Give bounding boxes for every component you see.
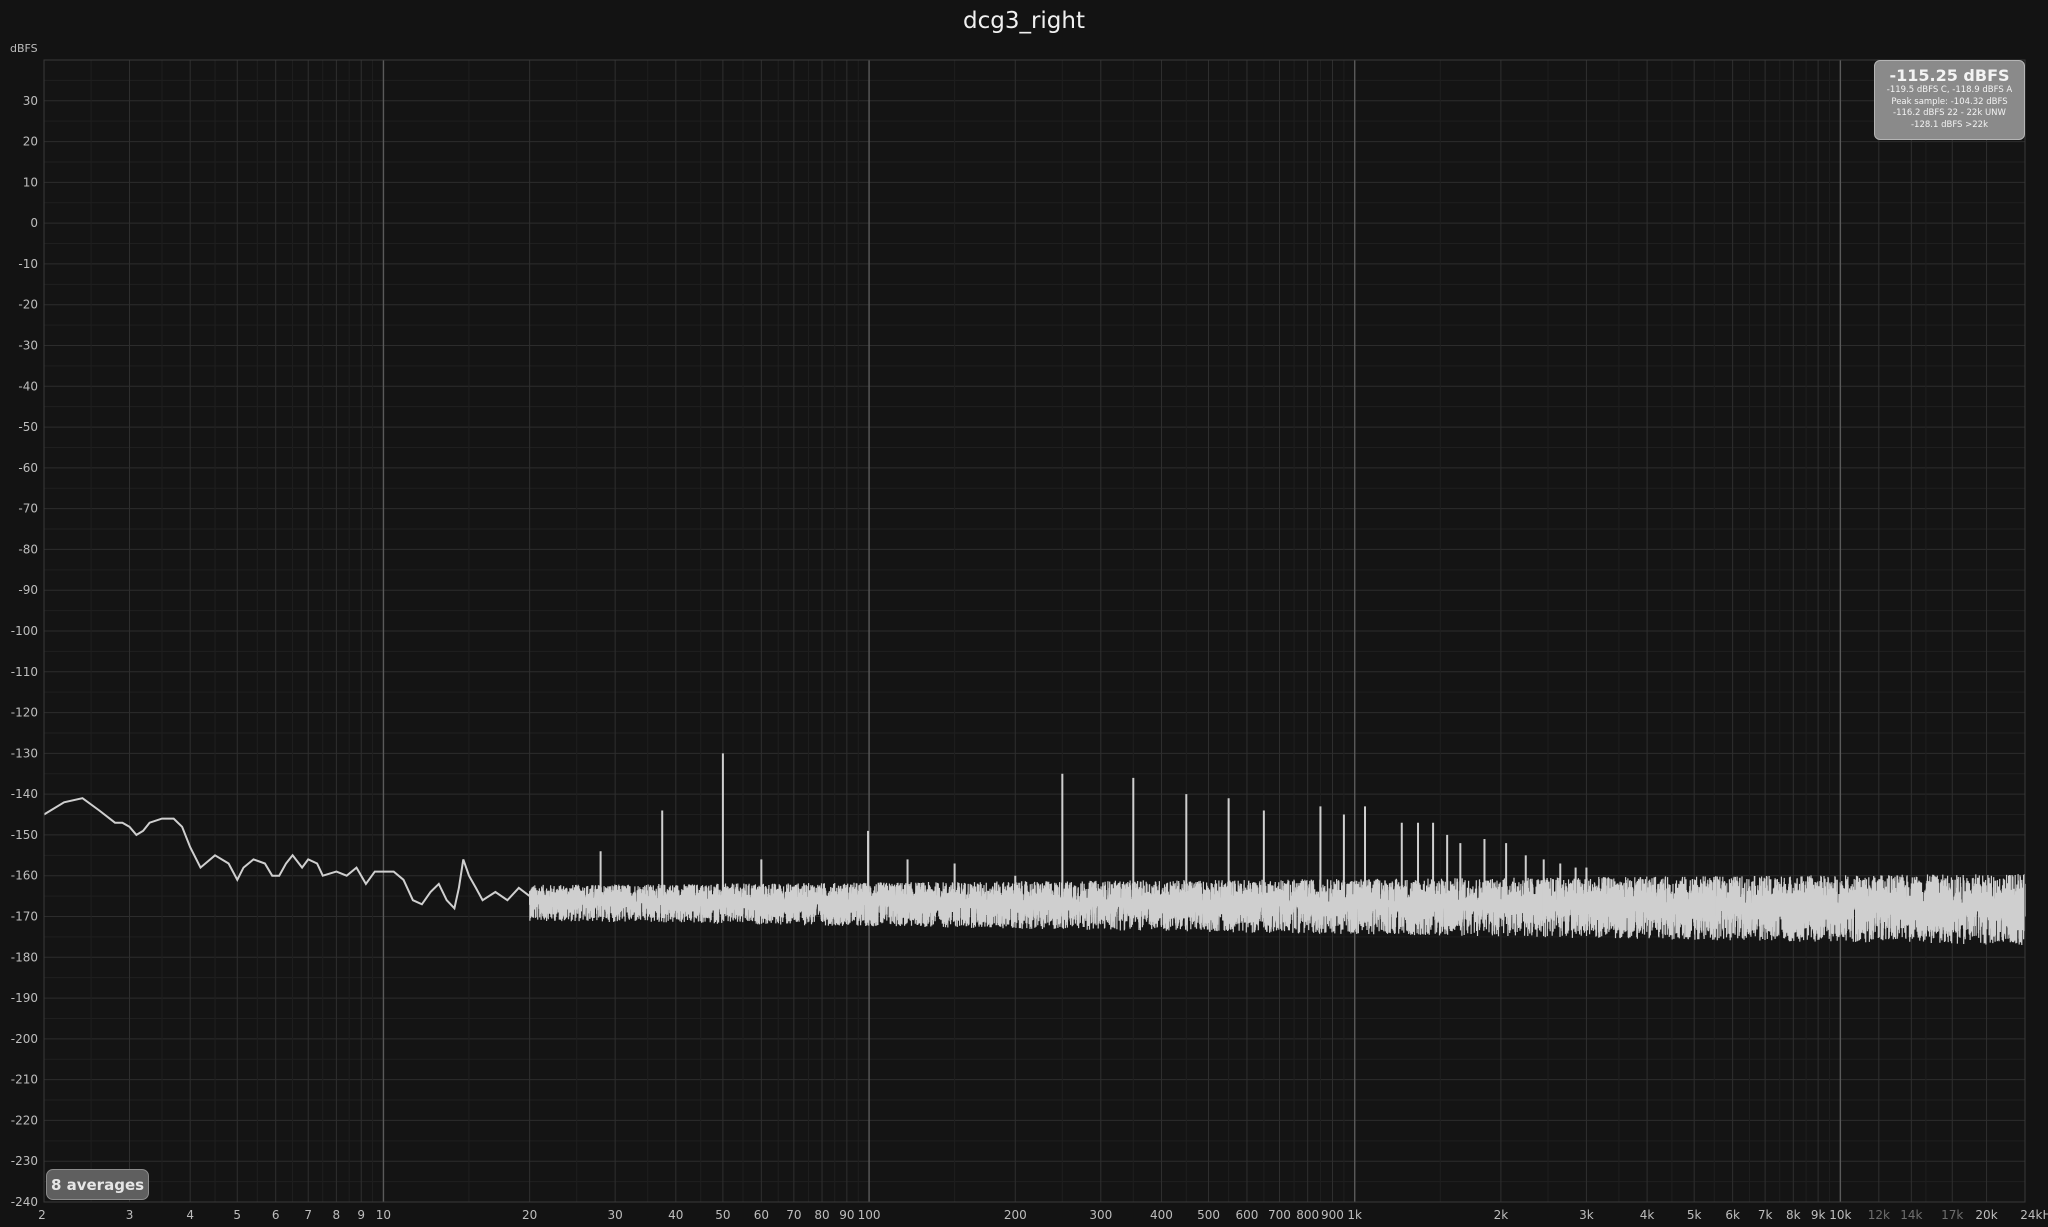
x-tick-label: 3k	[1579, 1208, 1594, 1222]
y-tick-label: -210	[11, 1073, 38, 1087]
x-tick-label: 5	[233, 1208, 241, 1222]
x-tick-label: 9	[357, 1208, 365, 1222]
y-tick-label: -200	[11, 1032, 38, 1046]
x-tick-label: 9k	[1811, 1208, 1826, 1222]
x-tick-label: 10k	[1829, 1208, 1851, 1222]
y-tick-label: -80	[18, 542, 38, 556]
x-tick-label: 20k	[1975, 1208, 1997, 1222]
x-tick-label: 400	[1150, 1208, 1173, 1222]
x-tick-label: 7	[304, 1208, 312, 1222]
y-tick-label: -50	[18, 420, 38, 434]
x-tick-label: 1k	[1347, 1208, 1362, 1222]
y-tick-label: -190	[11, 991, 38, 1005]
x-tick-label: 10	[376, 1208, 391, 1222]
x-tick-label: 600	[1236, 1208, 1259, 1222]
x-tick-label: 5k	[1687, 1208, 1702, 1222]
x-tick-label: 70	[786, 1208, 801, 1222]
x-tick-label: 30	[608, 1208, 623, 1222]
y-tick-label: -20	[18, 298, 38, 312]
x-tick-label: 20	[522, 1208, 537, 1222]
x-tick-label: 8k	[1786, 1208, 1801, 1222]
y-tick-label: 30	[23, 94, 38, 108]
level-detail-line: -128.1 dBFS >22k	[1910, 119, 1989, 130]
x-tick-label: 50	[715, 1208, 730, 1222]
level-detail-line: -116.2 dBFS 22 - 22k UNW	[1893, 108, 2006, 118]
x-tick-label: 80	[814, 1208, 829, 1222]
x-tick-label: 700	[1268, 1208, 1291, 1222]
y-tick-label: 10	[23, 175, 38, 189]
x-tick-label: 100	[858, 1208, 881, 1222]
x-tick-label: 8	[333, 1208, 341, 1222]
y-tick-label: -170	[11, 910, 38, 924]
x-tick-label: 3	[126, 1208, 134, 1222]
x-tick-label: 2	[38, 1208, 46, 1222]
y-tick-label: -140	[11, 787, 38, 801]
level-detail-line: Peak sample: -104.32 dBFS	[1891, 96, 2008, 107]
x-tick-label: 17k	[1941, 1208, 1963, 1222]
y-tick-label: 20	[23, 135, 38, 149]
y-tick-label: -160	[11, 869, 38, 883]
y-tick-label: -40	[18, 379, 38, 393]
y-tick-label: -150	[11, 828, 38, 842]
x-tick-label: 90	[839, 1208, 854, 1222]
level-info-box: -115.25 dBFS -119.5 dBFS C, -118.9 dBFS …	[1874, 60, 2025, 140]
y-tick-label: -90	[18, 583, 38, 597]
y-tick-label: -30	[18, 339, 38, 353]
x-tick-label: 500	[1197, 1208, 1220, 1222]
x-tick-label: 4k	[1640, 1208, 1655, 1222]
x-tick-label: 4	[186, 1208, 194, 1222]
chart-title: dcg3_right	[962, 8, 1086, 34]
level-detail-line: -119.5 dBFS C, -118.9 dBFS A	[1886, 85, 2013, 95]
x-tick-label: 6k	[1725, 1208, 1740, 1222]
level-main-readout: -115.25 dBFS	[1889, 66, 2010, 85]
y-tick-label: -110	[11, 665, 38, 679]
y-tick-label: -230	[11, 1154, 38, 1168]
y-tick-label: -180	[11, 950, 38, 964]
x-tick-label: 2k	[1494, 1208, 1509, 1222]
y-tick-label: -220	[11, 1113, 38, 1127]
x-tick-label: 14k	[1900, 1208, 1922, 1222]
x-tick-label: 7k	[1758, 1208, 1773, 1222]
y-tick-label: -100	[11, 624, 38, 638]
x-tick-label: 6	[272, 1208, 280, 1222]
y-tick-label: -10	[18, 257, 38, 271]
x-tick-label: 200	[1004, 1208, 1027, 1222]
averages-badge[interactable]: 8 averages	[46, 1169, 149, 1200]
y-axis-label: dBFS	[10, 42, 38, 55]
x-tick-label: 900	[1321, 1208, 1344, 1222]
x-tick-label: 40	[668, 1208, 683, 1222]
x-tick-label: 800	[1296, 1208, 1319, 1222]
y-tick-label: -130	[11, 746, 38, 760]
x-tick-label: 60	[754, 1208, 769, 1222]
y-tick-label: -60	[18, 461, 38, 475]
y-tick-label: 0	[30, 216, 38, 230]
y-tick-label: -120	[11, 706, 38, 720]
x-tick-label: 300	[1089, 1208, 1112, 1222]
x-tick-label: 24kHz	[2020, 1208, 2048, 1222]
x-tick-label: 12k	[1868, 1208, 1890, 1222]
spectrum-chart: 3020100-10-20-30-40-50-60-70-80-90-100-1…	[10, 42, 2048, 1222]
y-tick-label: -240	[11, 1195, 38, 1209]
y-tick-label: -70	[18, 502, 38, 516]
